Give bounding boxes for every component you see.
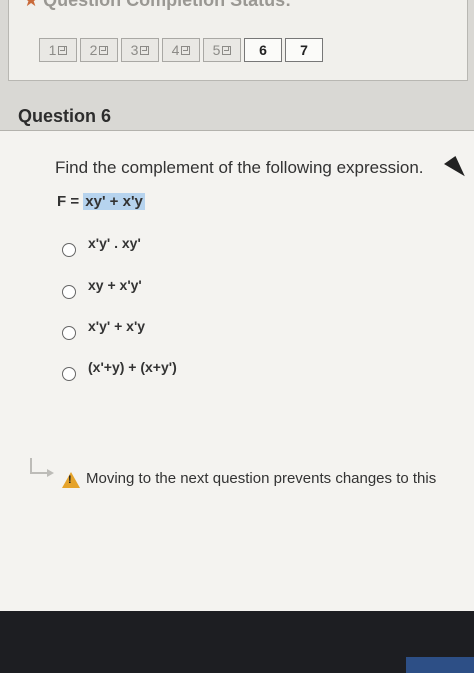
radio-button[interactable] — [62, 285, 76, 299]
question-heading: Question 6 — [18, 106, 112, 126]
question-nav-3[interactable]: 3 — [121, 38, 159, 62]
answer-option-1[interactable]: x'y' . xy' — [62, 235, 141, 258]
answer-option-label: (x'+y) + (x+y') — [88, 359, 177, 375]
answer-option-label: xy + x'y' — [88, 277, 142, 293]
expression-highlight: xy' + x'y — [83, 193, 145, 210]
question-nav-4[interactable]: 4 — [162, 38, 200, 62]
required-star-icon: ★ — [23, 0, 40, 10]
radio-button[interactable] — [62, 243, 76, 257]
answer-option-2[interactable]: xy + x'y' — [62, 277, 142, 300]
radio-button[interactable] — [62, 326, 76, 340]
question-nav: 1 2 3 4 5 6 7 — [39, 38, 323, 62]
answer-option-label: x'y' . xy' — [88, 235, 141, 251]
bottom-bar — [0, 611, 474, 673]
saved-icon — [140, 45, 150, 55]
question-nav-1[interactable]: 1 — [39, 38, 77, 62]
saved-icon — [99, 45, 109, 55]
warning-text: Moving to the next question prevents cha… — [86, 470, 437, 487]
completion-status-panel: ★ Question Completion Status: 1 2 3 4 5 6… — [8, 0, 468, 81]
completion-status-title: ★ Question Completion Status: — [23, 0, 291, 11]
bottom-button[interactable] — [406, 657, 474, 673]
question-prompt: Find the complement of the following exp… — [55, 158, 424, 177]
arrow-return-icon — [30, 458, 54, 477]
answer-option-label: x'y' + x'y — [88, 318, 146, 334]
warning-row: Moving to the next question prevents cha… — [30, 458, 436, 488]
answer-option-3[interactable]: x'y' + x'y — [62, 318, 145, 341]
question-nav-2[interactable]: 2 — [80, 38, 118, 62]
saved-icon — [222, 45, 232, 55]
question-nav-7[interactable]: 7 — [285, 38, 323, 62]
saved-icon — [181, 45, 191, 55]
question-nav-5[interactable]: 5 — [203, 38, 241, 62]
saved-icon — [58, 45, 68, 55]
answer-option-4[interactable]: (x'+y) + (x+y') — [62, 359, 177, 382]
radio-button[interactable] — [62, 367, 76, 381]
expression-prefix: F = — [57, 193, 84, 210]
question-nav-6[interactable]: 6 — [244, 38, 282, 62]
warning-icon — [62, 472, 80, 488]
question-expression: F = xy' + x'y — [57, 193, 145, 210]
